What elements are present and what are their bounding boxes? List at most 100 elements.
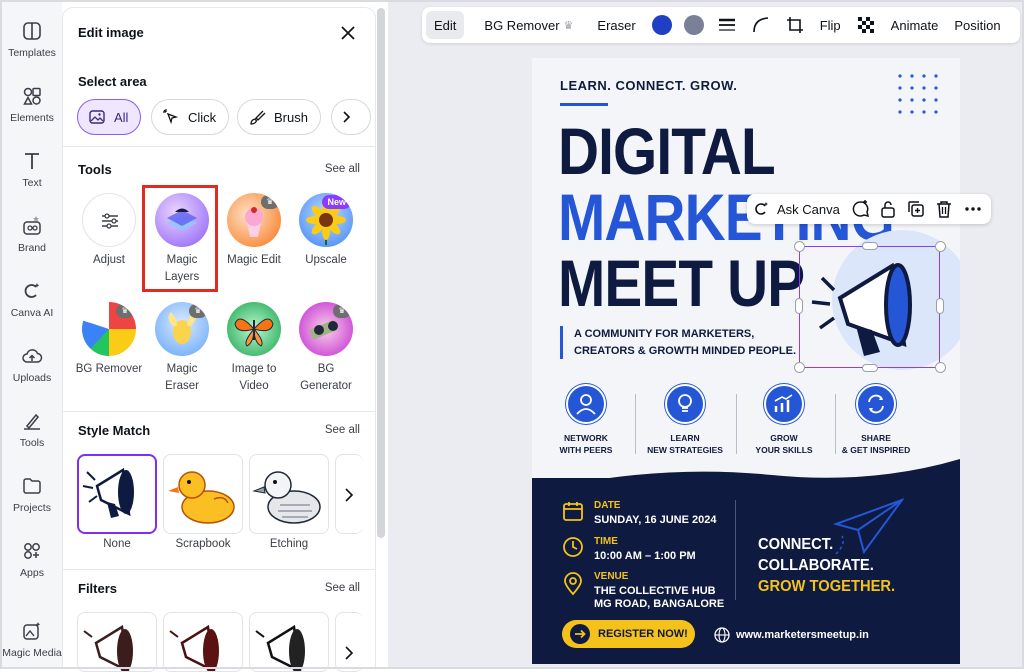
feature-grow: GROW YOUR SKILLS <box>734 384 834 456</box>
style-scrapbook-thumb[interactable] <box>163 454 243 534</box>
crop-button[interactable] <box>778 7 812 43</box>
rail-item-canva-ai[interactable]: Canva AI <box>2 280 62 319</box>
resize-handle[interactable] <box>794 241 805 252</box>
slogan-line2: COLLABORATE. <box>758 557 874 574</box>
rail-item-projects[interactable]: Projects <box>2 475 62 514</box>
chip-label: Brush <box>274 109 308 125</box>
adjust-icon <box>82 193 136 247</box>
lightbulb-icon <box>665 384 705 424</box>
corner-rounding-button[interactable] <box>744 7 778 43</box>
tool-adjust[interactable]: Adjust <box>73 193 145 269</box>
megaphone-icon <box>82 467 134 518</box>
tool-label: Image to Video <box>231 363 277 392</box>
clock-icon <box>563 537 583 557</box>
brush-icon <box>250 110 266 125</box>
poster-tagline: LEARN. CONNECT. GROW. <box>560 78 738 93</box>
time-label: TIME <box>594 536 618 547</box>
select-area-scroll-right[interactable] <box>331 99 371 135</box>
eraser-button[interactable]: Eraser <box>589 7 643 43</box>
canva-ai-icon <box>24 283 40 298</box>
rail-label: Tools <box>19 437 45 449</box>
resize-handle[interactable] <box>862 242 878 250</box>
tools-icon <box>24 413 40 430</box>
image-icon <box>89 110 105 124</box>
filters-scroll-right[interactable] <box>335 612 363 672</box>
feature-line1: SHARE <box>861 433 891 443</box>
tool-label: Adjust <box>93 254 125 266</box>
chip-label: All <box>114 109 129 125</box>
tool-magic-edit[interactable]: ♛ Magic Edit <box>218 193 290 269</box>
element-context-toolbar: Ask Canva <box>747 194 991 224</box>
tool-bg-remover[interactable]: ♛ BG Remover <box>73 302 145 378</box>
tool-image-to-video[interactable]: Image to Video <box>218 302 290 395</box>
ask-canva-button[interactable]: Ask Canva <box>777 202 840 217</box>
panel-scrollbar[interactable] <box>377 8 385 538</box>
slogan-line1: CONNECT. <box>758 536 834 553</box>
filter-thumb[interactable] <box>77 612 157 672</box>
tool-magic-eraser[interactable]: ♛ Magic Eraser <box>146 302 218 395</box>
transparency-button[interactable] <box>849 7 883 43</box>
resize-handle[interactable] <box>936 298 944 314</box>
rail-item-text[interactable]: Text <box>2 150 62 189</box>
divider <box>63 146 375 147</box>
rail-item-brand[interactable]: Brand <box>2 215 62 254</box>
selection-box[interactable] <box>799 246 940 368</box>
style-none-thumb[interactable] <box>77 454 157 534</box>
resize-handle[interactable] <box>935 362 946 373</box>
rail-item-magic-media[interactable]: Magic Media <box>2 620 62 659</box>
tagline-underline <box>560 103 608 106</box>
flip-button[interactable]: Flip <box>812 7 849 43</box>
tool-upscale[interactable]: New Upscale <box>290 193 362 269</box>
animate-button[interactable]: Animate <box>883 7 947 43</box>
filter-thumb[interactable] <box>163 612 243 672</box>
resize-handle[interactable] <box>935 241 946 252</box>
resize-handle[interactable] <box>795 298 803 314</box>
venue-line2: MG ROAD, BANGALORE <box>594 598 725 610</box>
comment-add-icon[interactable] <box>850 199 870 219</box>
style-etching-thumb[interactable] <box>249 454 329 534</box>
color-swatch-blue[interactable] <box>651 15 672 35</box>
rail-item-elements[interactable]: Elements <box>2 85 62 124</box>
uploads-icon <box>22 349 43 363</box>
trash-icon[interactable] <box>935 199 953 219</box>
chevron-right-icon <box>345 488 354 502</box>
style-label: Etching <box>269 538 309 550</box>
canva-ai-icon <box>755 202 768 215</box>
register-now-button: REGISTER NOW! <box>562 620 695 648</box>
position-button[interactable]: Position <box>946 7 1008 43</box>
border-style-button[interactable] <box>710 7 744 43</box>
bg-remover-icon: ♛ <box>82 302 136 356</box>
rail-item-templates[interactable]: Templates <box>2 20 62 59</box>
edit-button[interactable]: Edit <box>426 11 465 39</box>
filter-thumb[interactable] <box>249 612 329 672</box>
image-toolbar: Edit BG Remover ♛ Eraser Flip Animate Po… <box>422 7 1020 43</box>
megaphone-icon <box>83 624 133 671</box>
share-icon <box>856 384 896 424</box>
color-swatch-grey[interactable] <box>683 15 704 35</box>
resize-handle[interactable] <box>794 362 805 373</box>
lock-icon[interactable] <box>879 199 897 219</box>
tool-bg-generator[interactable]: ♛ BG Generator <box>290 302 362 395</box>
duplicate-icon[interactable] <box>906 199 926 219</box>
rail-item-apps[interactable]: Apps <box>2 540 62 579</box>
tools-see-all-link[interactable]: See all <box>325 163 360 175</box>
select-all-chip[interactable]: All <box>77 99 142 135</box>
apps-icon <box>24 543 40 559</box>
resize-handle[interactable] <box>862 364 878 372</box>
select-click-chip[interactable]: Click <box>151 99 230 135</box>
select-brush-chip[interactable]: Brush <box>237 99 321 135</box>
close-icon[interactable] <box>339 24 357 42</box>
rail-label: Text <box>22 177 42 189</box>
etched-duck-icon <box>252 471 321 524</box>
crown-icon: ♛ <box>261 195 279 209</box>
style-match-see-all-link[interactable]: See all <box>325 424 360 436</box>
rail-item-uploads[interactable]: Uploads <box>2 345 62 384</box>
feature-line1: NETWORK <box>564 433 608 443</box>
more-options-icon[interactable] <box>963 199 983 219</box>
calendar-icon <box>563 502 583 521</box>
style-match-scroll-right[interactable] <box>335 454 363 534</box>
bg-remover-button[interactable]: BG Remover ♛ <box>476 7 581 43</box>
rail-item-tools[interactable]: Tools <box>2 410 62 449</box>
filters-see-all-link[interactable]: See all <box>325 582 360 594</box>
subtitle-line2: CREATORS & GROWTH MINDED PEOPLE. <box>574 345 797 357</box>
